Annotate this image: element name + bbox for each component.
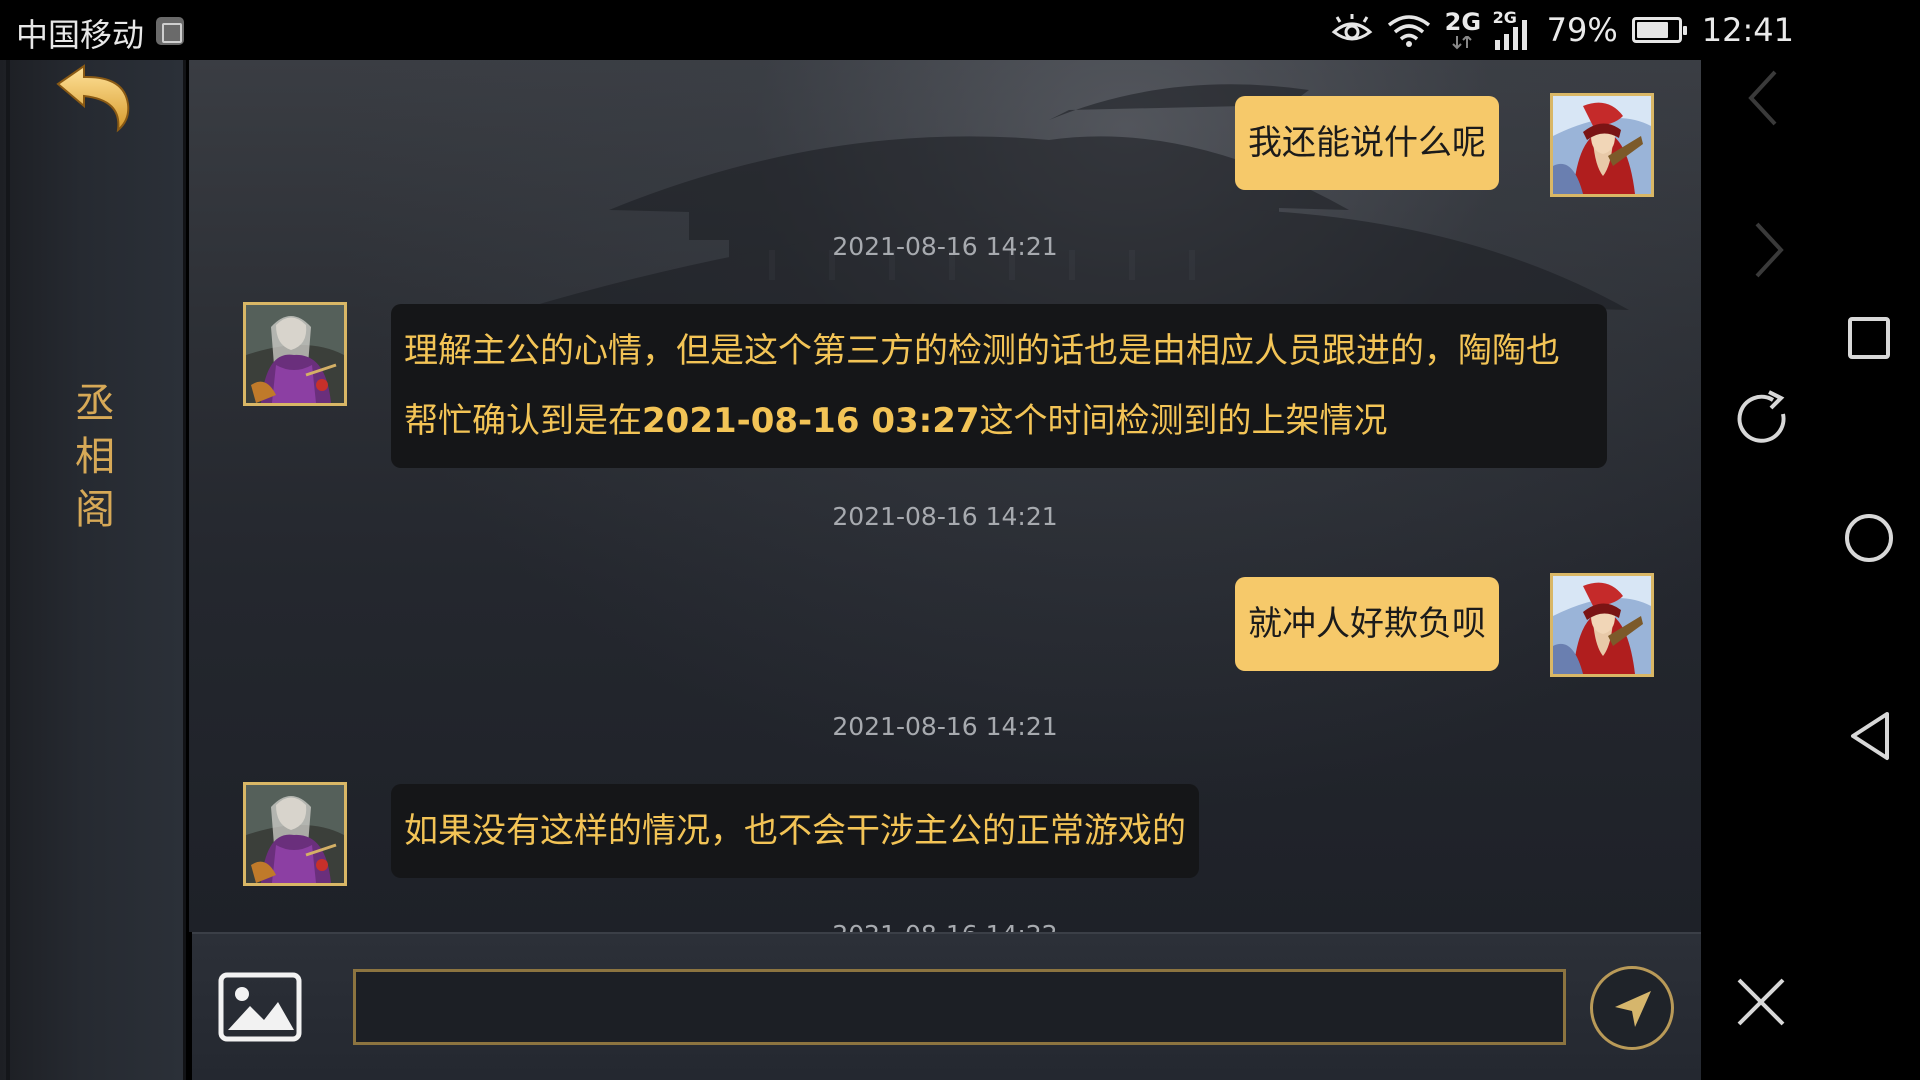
image-icon	[218, 972, 302, 1042]
message-datetime: 2021-08-16 03:27	[642, 401, 980, 441]
battery-percent: 79%	[1546, 11, 1618, 49]
sidebar-title: 丞 相 阁	[75, 381, 115, 533]
back-nav-button[interactable]	[1847, 710, 1893, 762]
eye-icon	[1331, 14, 1373, 46]
status-bar: 中国移动 2G 2G 79% 12:41	[0, 0, 1920, 60]
agent-avatar[interactable]	[243, 302, 347, 406]
battery-icon	[1631, 17, 1687, 43]
message-bubble-theirs: 理解主公的心情，但是这个第三方的检测的话也是由相应人员跟进的，陶陶也 帮忙确认到…	[391, 304, 1607, 468]
message-timestamp: 2021-08-16 14:21	[832, 232, 1058, 261]
home-button[interactable]	[1843, 512, 1895, 564]
chat-area[interactable]: 我还能说什么呢 2021-08-16 14:21 理解主公的心情，但是这个第三方…	[189, 60, 1701, 932]
agent-avatar[interactable]	[243, 782, 347, 886]
message-bubble-mine: 我还能说什么呢	[1235, 96, 1499, 190]
signal-icon: 2G	[1493, 8, 1533, 52]
square-icon	[1848, 317, 1890, 359]
message-bubble-theirs: 如果没有这样的情况，也不会干涉主公的正常游戏的	[391, 784, 1199, 878]
message-input[interactable]	[353, 969, 1566, 1045]
close-button[interactable]	[1731, 972, 1791, 1032]
clock: 12:41	[1701, 11, 1794, 49]
input-bar	[192, 932, 1701, 1080]
chevron-left-icon	[1748, 70, 1777, 126]
left-panel: 丞 相 阁	[0, 60, 186, 1080]
message-text: 这个时间检测到的上架情况	[979, 401, 1388, 441]
network-2g-icon: 2G	[1444, 8, 1482, 52]
refresh-icon	[1737, 390, 1786, 443]
message-bubble-mine: 就冲人好欺负呗	[1235, 577, 1499, 671]
carrier-name: 中国移动	[16, 16, 145, 54]
chevron-right-icon	[1755, 222, 1784, 278]
back-arrow-icon	[56, 64, 130, 133]
user-avatar[interactable]	[1550, 93, 1654, 197]
battery-fill	[1636, 22, 1668, 38]
wifi-icon	[1387, 13, 1431, 47]
back-button[interactable]	[50, 60, 140, 134]
status-icons: 2G 2G 79% 12:41	[1331, 8, 1794, 52]
system-nav	[1701, 60, 1920, 1080]
screen: 中国移动 2G 2G 79% 12:41 丞 相 阁 我还能说什么呢 2021-…	[0, 0, 1920, 1080]
back-triangle-icon	[1851, 712, 1889, 760]
home-circle-icon	[1845, 514, 1893, 562]
close-icon	[1737, 978, 1785, 1026]
send-button[interactable]	[1590, 966, 1674, 1050]
notification-image-icon	[156, 17, 184, 45]
message-timestamp: 2021-08-16 14:21	[832, 502, 1058, 531]
rotate-button[interactable]	[1731, 388, 1795, 452]
image-button[interactable]	[218, 972, 302, 1042]
message-timestamp: 2021-08-16 14:22	[189, 920, 1701, 932]
network-label-a: 2G	[1444, 8, 1482, 36]
message-line: 理解主公的心情，但是这个第三方的检测的话也是由相应人员跟进的，陶陶也	[404, 331, 1560, 371]
nav-next-button[interactable]	[1743, 218, 1793, 282]
message-text: 帮忙确认到是在	[404, 401, 642, 441]
send-icon	[1615, 991, 1651, 1027]
message-timestamp: 2021-08-16 14:21	[832, 712, 1058, 741]
recent-apps-button[interactable]	[1847, 316, 1891, 360]
message-line: 帮忙确认到是在2021-08-16 03:27这个时间检测到的上架情况	[404, 386, 1594, 456]
nav-prev-button[interactable]	[1739, 66, 1789, 130]
user-avatar[interactable]	[1550, 573, 1654, 677]
